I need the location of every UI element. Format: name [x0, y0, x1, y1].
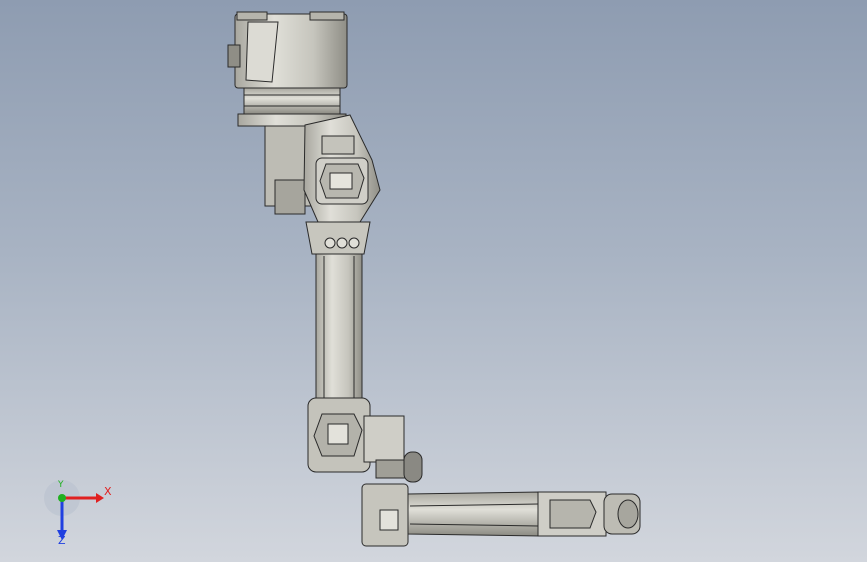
z-axis-label: Z [58, 534, 66, 547]
robot-forearm [361, 483, 541, 547]
robot-elbow [307, 397, 423, 483]
robot-arm-model[interactable] [0, 0, 867, 562]
robot-base [227, 11, 348, 127]
robot-upper-arm [305, 221, 371, 401]
x-axis-label: X [104, 485, 112, 498]
y-axis-label: Y [58, 480, 64, 490]
robot-shoulder [264, 114, 381, 223]
3d-viewport[interactable]: X Y Z [0, 0, 867, 562]
axis-triad: X Y Z [40, 478, 120, 548]
robot-wrist [537, 491, 641, 537]
